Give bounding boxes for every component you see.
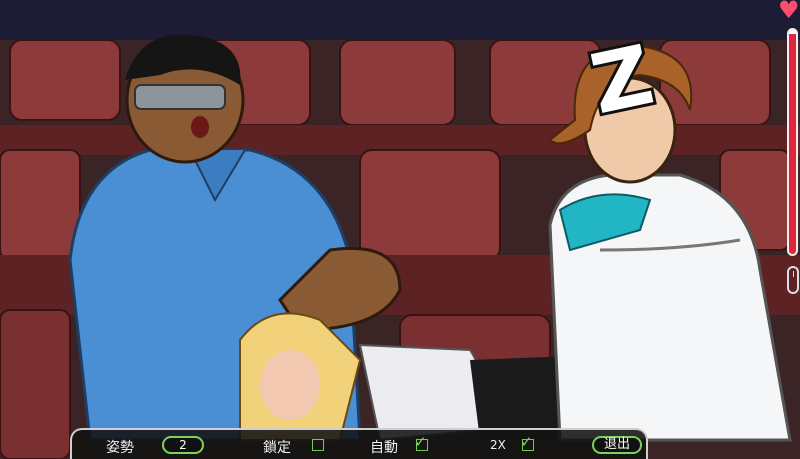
excitement-meter-fill — [789, 34, 796, 254]
excitement-meter — [787, 28, 798, 256]
pose-label: 姿勢 — [106, 440, 134, 456]
lock-label: 鎖定 — [263, 440, 291, 456]
mouse-icon — [787, 266, 799, 294]
pose-value-button[interactable]: 2 — [162, 436, 204, 454]
heart-icon: ♥ — [778, 0, 800, 24]
auto-check-icon: ✓ — [414, 433, 427, 451]
game-scene: Z — [0, 0, 800, 459]
control-bar: 姿勢 2 鎖定 自動 ✓ 2X ✓ 退出 — [70, 428, 648, 459]
exit-button[interactable]: 退出 — [592, 436, 642, 454]
speed-check-icon: ✓ — [520, 433, 533, 451]
auto-label: 自動 — [370, 440, 398, 456]
speed-label: 2X — [490, 438, 506, 452]
lock-checkbox[interactable] — [312, 439, 324, 451]
